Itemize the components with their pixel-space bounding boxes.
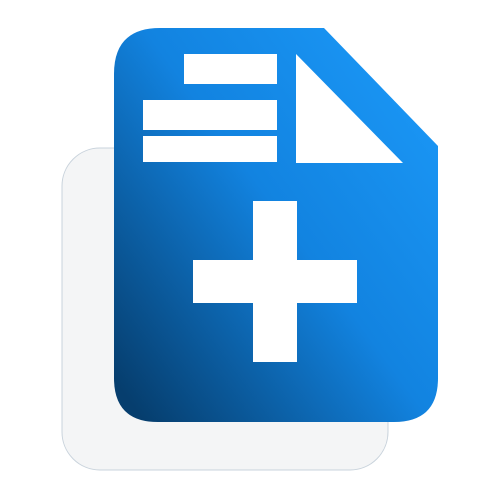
new-document-icon xyxy=(61,28,438,471)
text-line-3 xyxy=(143,136,277,162)
text-line-2 xyxy=(143,100,277,130)
icon-canvas xyxy=(0,0,500,500)
text-line-1 xyxy=(184,54,277,84)
plus-icon-horizontal xyxy=(193,260,357,303)
